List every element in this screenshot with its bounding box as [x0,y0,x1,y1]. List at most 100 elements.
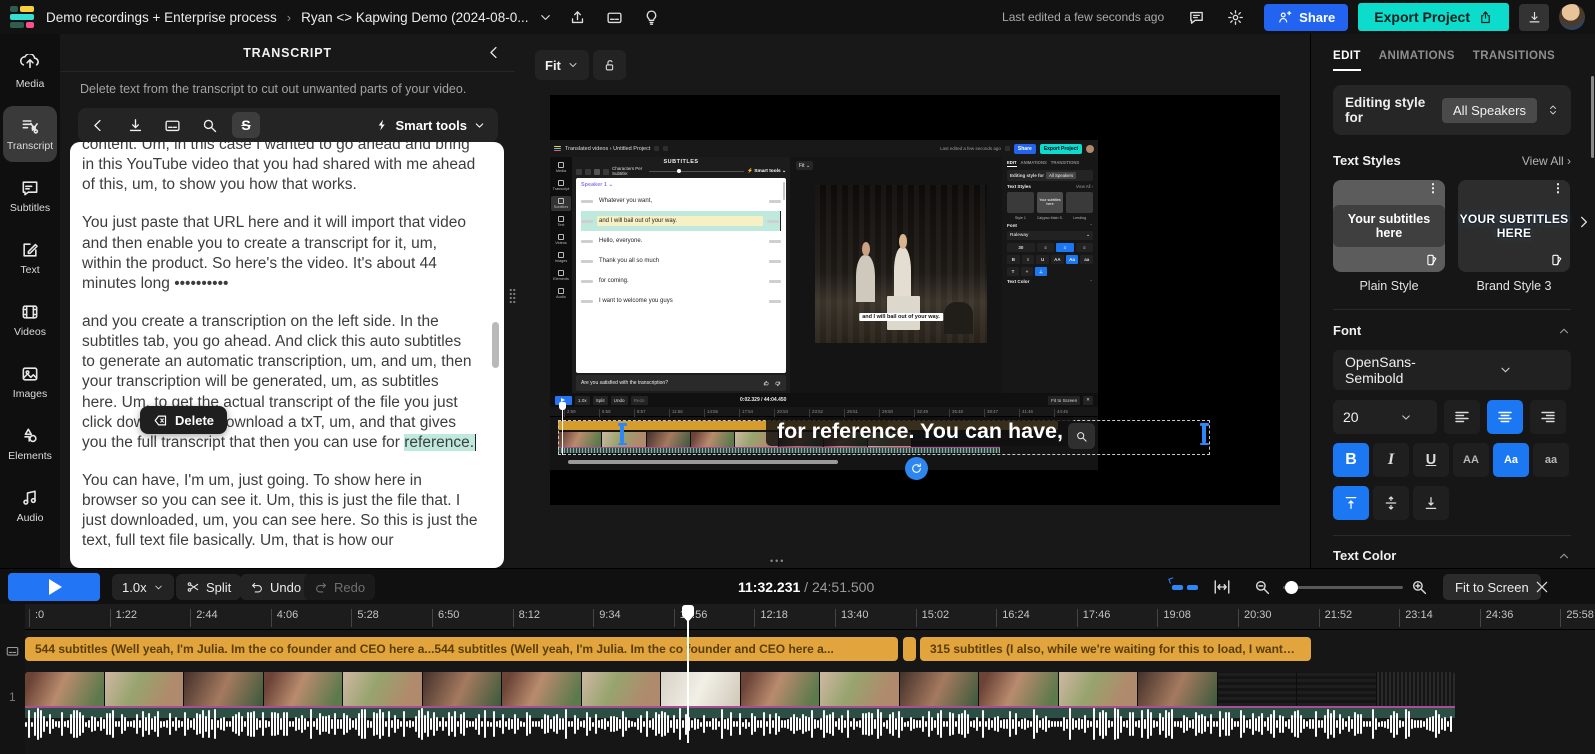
speaker-select[interactable]: All Speakers [1442,97,1537,123]
transcript-paragraph[interactable]: You just paste that URL here and it will… [82,213,478,294]
lowercase-button[interactable]: aa [1533,443,1569,477]
lock-button[interactable] [593,50,626,80]
share-button[interactable]: Share [1264,3,1349,31]
collapse-panel-icon[interactable] [486,44,503,61]
subtitle-clip-gap[interactable] [903,637,916,661]
zoom-in-icon[interactable] [1410,578,1428,596]
italic-button[interactable]: I [1373,443,1409,477]
sidebar-item-transcript[interactable]: Transcript [3,106,57,162]
align-left-button[interactable] [1444,400,1480,434]
kebab-menu-icon[interactable]: ⋮ [1427,182,1439,194]
delete-tooltip-button[interactable]: Delete [140,406,228,434]
subtitle-zoom-button[interactable] [1068,423,1095,449]
bold-button[interactable]: B [1333,443,1369,477]
collapse-section-icon[interactable] [1557,324,1571,338]
kapwing-logo-icon[interactable] [10,6,36,28]
sidebar-item-media[interactable]: Media [3,44,57,100]
tab-edit[interactable]: EDIT [1333,50,1361,71]
style-card-plain[interactable]: ⋮ Your subtitles here [1333,180,1445,272]
snapping-toggle-icon[interactable] [1172,581,1202,593]
play-button[interactable] [8,573,100,601]
sidebar-item-images[interactable]: Images [3,354,57,410]
playback-speed-button[interactable]: 1.0x [112,574,174,600]
video-thumbnail [1058,672,1137,706]
caption-card-icon[interactable] [606,9,623,26]
style-card-brand[interactable]: ⋮ YOUR SUBTITLES HERE [1458,180,1570,272]
split-button[interactable]: Split [176,574,242,600]
download-button[interactable] [1519,3,1549,31]
style-swatch-icon[interactable] [1550,253,1564,267]
comments-icon[interactable] [1188,9,1205,26]
smart-tools-button[interactable]: Smart tools [376,118,486,133]
search-icon[interactable] [201,117,218,134]
highlighted-word[interactable]: reference. [404,433,477,451]
project-menu-chevron-icon[interactable] [538,10,553,25]
video-clip[interactable] [25,672,1455,744]
tab-animations[interactable]: ANIMATIONS [1379,50,1455,71]
user-avatar[interactable] [1559,4,1585,30]
panel-resize-handle[interactable] [509,288,516,304]
sidebar-item-videos[interactable]: Videos [3,292,57,348]
selection-handle-right[interactable] [1199,423,1209,445]
styles-next-icon[interactable] [1575,214,1591,230]
export-project-button[interactable]: Export Project [1358,3,1509,31]
breadcrumb-project[interactable]: Ryan <> Kapwing Demo (2024-08-0... [301,10,528,25]
transcript-paragraph[interactable]: and you create a transcription on the le… [82,312,478,453]
subtitle-clip-2[interactable]: 315 subtitles (I also, while we're waiti… [920,637,1311,661]
ruler-tick: 1:22 [109,609,137,627]
font-family-select[interactable]: OpenSans-Semibold [1333,350,1571,390]
panel-scrollbar[interactable] [1591,76,1594,158]
selection-handle-left[interactable] [617,423,627,445]
lightbulb-icon[interactable] [643,9,660,26]
collapse-section-icon[interactable] [1557,549,1571,563]
subtitle-overlay-text[interactable]: for reference. You can have, [766,417,1074,446]
timeline-zoom-slider[interactable] [1283,581,1403,594]
settings-gear-icon[interactable] [1227,9,1244,26]
rotate-handle[interactable] [905,457,928,480]
fit-timeline-icon[interactable] [1213,578,1231,596]
align-center-button[interactable] [1487,400,1523,434]
font-size-select[interactable]: 20 [1333,400,1437,434]
valign-top-button[interactable] [1333,486,1369,520]
canvas-zoom-fit-button[interactable]: Fit [535,50,589,80]
uppercase-button[interactable]: AA [1453,443,1489,477]
sidebar-item-elements[interactable]: Elements [3,416,57,472]
sidebar-item-audio[interactable]: Audio [3,478,57,534]
sidebar-item-text[interactable]: Text [3,230,57,286]
timeline-ruler[interactable]: :0 1:22 2:44 4:06 5:28 6:50 8:12 9:34 10:56 12:18… [0,604,1595,630]
strikethrough-tool-button[interactable]: S [232,112,260,138]
fit-to-screen-button[interactable]: Fit to Screen [1443,574,1541,600]
mixedcase-button[interactable]: Aa [1493,443,1529,477]
valign-middle-button[interactable] [1373,486,1409,520]
kebab-menu-icon[interactable]: ⋮ [1552,182,1564,194]
transcript-scrollbar[interactable] [492,322,499,368]
download-transcript-icon[interactable] [127,117,144,134]
share-upload-icon[interactable] [569,9,586,26]
sidebar-item-subtitles[interactable]: Subtitles [3,168,57,224]
view-all-link[interactable]: View All › [1522,154,1571,168]
subtitle-card-icon[interactable] [164,117,181,134]
align-right-button[interactable] [1530,400,1566,434]
timeline-resize-handle[interactable]: ••• [770,556,785,566]
recording-sidebar: Media Transcript Subtitles Text Videos Images… [550,157,572,393]
breadcrumb-folder[interactable]: Demo recordings + Enterprise process [46,10,277,25]
zoom-out-icon[interactable] [1253,578,1271,596]
redo-button[interactable]: Redo [304,574,376,600]
transcript-description: Delete text from the transcript to cut o… [80,82,467,96]
subtitle-clip-1[interactable]: 544 subtitles (Well yeah, I'm Julia. Im … [25,637,898,661]
transcript-paragraph[interactable]: You can have, I'm um, just going. To sho… [82,471,478,552]
speaker-stepper-icon[interactable] [1547,101,1559,119]
style-swatch-icon[interactable] [1425,253,1439,267]
subtitles-icon [20,178,40,198]
video-thumbnail [1138,672,1217,706]
underline-button[interactable]: U [1413,443,1449,477]
video-thumbnail [979,672,1058,706]
tab-transitions[interactable]: TRANSITIONS [1473,50,1555,71]
undo-button[interactable]: Undo [240,574,312,600]
valign-bottom-icon [1423,495,1439,511]
video-layer[interactable]: Translated videos › Untitled Project Las… [550,95,1280,505]
valign-bottom-button[interactable] [1413,486,1449,520]
close-icon[interactable] [1534,579,1550,595]
transcript-paragraph[interactable]: content. Um, in this case I wanted to go… [82,142,478,195]
back-icon[interactable] [90,117,107,134]
